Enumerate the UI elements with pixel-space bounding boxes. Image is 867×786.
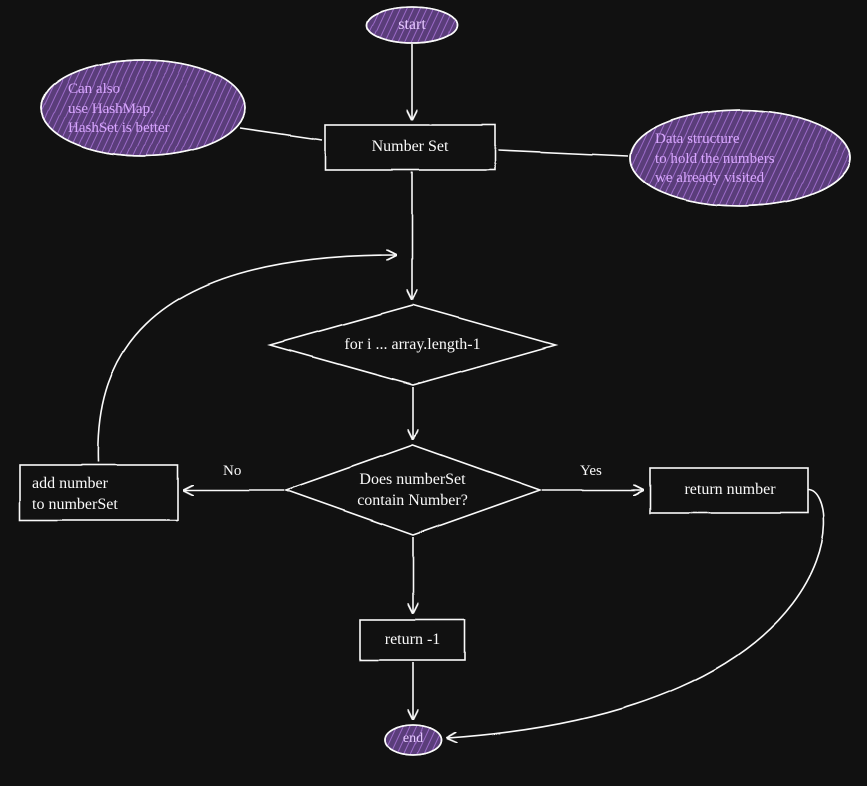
edge-returnnumber-end bbox=[448, 490, 824, 738]
loop-node bbox=[270, 305, 555, 385]
return-neg1-node bbox=[360, 620, 465, 660]
add-number-node bbox=[20, 465, 178, 520]
edge-callout-left bbox=[240, 128, 322, 140]
edge-addnumber-loop bbox=[98, 255, 395, 462]
number-set-node bbox=[325, 125, 495, 170]
edge-callout-right bbox=[498, 150, 628, 156]
decision-node bbox=[286, 445, 540, 535]
return-number-node bbox=[650, 468, 808, 513]
